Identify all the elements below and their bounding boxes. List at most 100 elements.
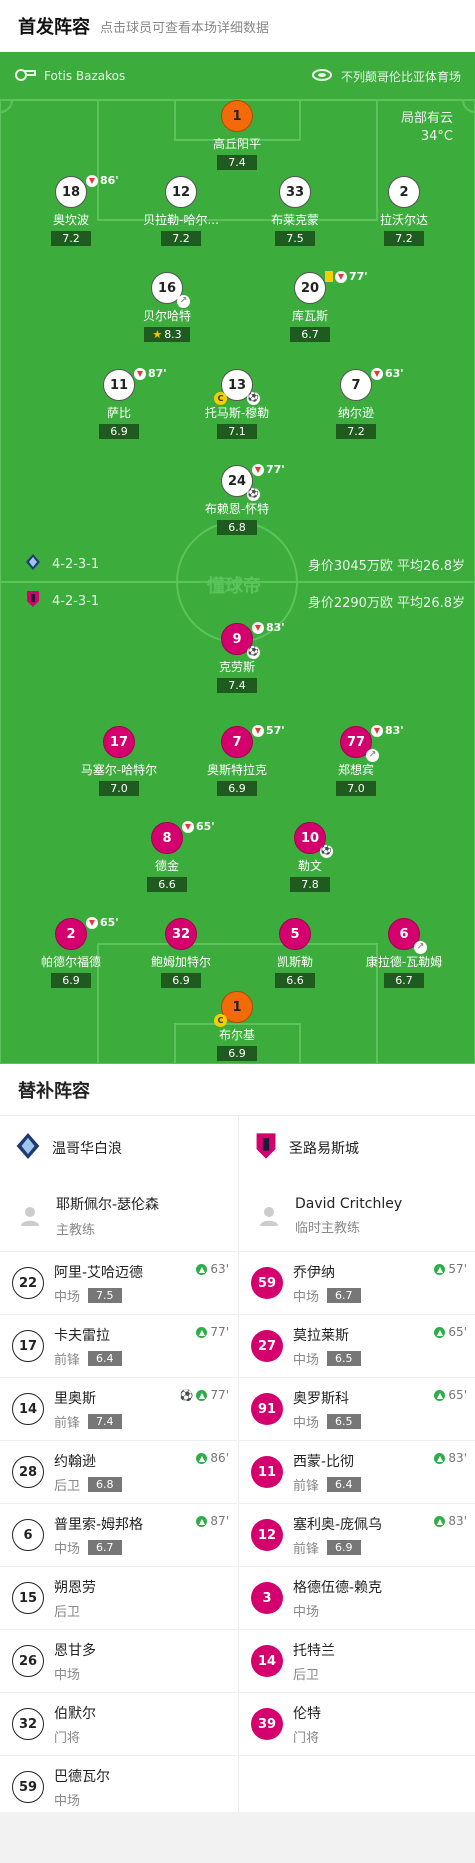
player-marker[interactable]: 32 鲍姆加特尔 6.9: [121, 918, 241, 988]
sub-info: 里奥斯 前锋 7.4: [54, 1388, 122, 1431]
sub-player-row[interactable]: 26 恩甘多 中场: [0, 1630, 237, 1693]
sub-in-arrow-icon: ▲: [434, 1515, 446, 1527]
player-marker[interactable]: 10 ⚽ 勒文 7.8: [250, 822, 370, 892]
player-marker[interactable]: 2 ▼ 65' 帕德尔福德 6.9: [11, 916, 131, 988]
sub-position-row: 中场: [54, 1664, 96, 1683]
sub-player-row[interactable]: 11 西蒙-比彻 前锋 6.4 ▲ 83': [239, 1441, 475, 1504]
sub-position-row: 中场 7.5: [54, 1286, 143, 1305]
sub-in-arrow-icon: ▲: [434, 1326, 446, 1338]
referee-name: Fotis Bazakos: [44, 69, 126, 83]
sub-number: 12: [251, 1519, 283, 1551]
sub-player-row[interactable]: 17 卡夫雷拉 前锋 6.4 ▲ 77': [0, 1315, 237, 1378]
player-marker[interactable]: 8 ▼ 65' 德金 6.6: [107, 820, 227, 892]
sub-player-row[interactable]: 12 塞利奥-庞佩乌 前锋 6.9 ▲ 83': [239, 1504, 475, 1567]
player-marker[interactable]: 12 贝拉勒-哈尔... 7.2: [121, 176, 241, 246]
player-number: 8 ▼ 65': [151, 820, 215, 854]
player-number: 17: [103, 726, 135, 758]
stlouis-logo-icon: [26, 591, 40, 611]
player-number: 77 ↗ ▼ 83': [340, 724, 404, 762]
sub-position: 中场: [54, 1667, 81, 1683]
sub-player-row[interactable]: 14 里奥斯 前锋 7.4 ⚽ ▲ 77': [0, 1378, 237, 1441]
player-marker[interactable]: 17 马塞尔-哈特尔 7.0: [59, 726, 179, 796]
sub-player-row[interactable]: 14 托特兰 后卫: [239, 1630, 475, 1693]
player-number-text: 11: [109, 377, 129, 393]
sub-number: 39: [251, 1708, 283, 1740]
player-number-text: 1: [232, 999, 242, 1015]
player-marker[interactable]: 7 ▼ 63' 纳尔逊 7.2: [296, 367, 416, 439]
player-marker[interactable]: 7 ▼ 57' 奥斯特拉克 6.9: [177, 724, 297, 796]
player-marker[interactable]: 16 ↗ 贝尔哈特 ★ 8.3: [107, 272, 227, 342]
sub-position-row: 中场 6.7: [293, 1286, 361, 1305]
sub-info: 阿里-艾哈迈德 中场 7.5: [54, 1262, 143, 1305]
away-team-row[interactable]: 圣路易斯城: [239, 1116, 475, 1180]
player-marker[interactable]: 2 拉沃尔达 7.2: [344, 176, 464, 246]
sub-info: 乔伊纳 中场 6.7: [293, 1262, 361, 1305]
player-marker[interactable]: 33 布莱克蒙 7.5: [235, 176, 355, 246]
lineup-subtitle: 点击球员可查看本场详细数据: [100, 20, 270, 36]
sub-player-row[interactable]: 91 奥罗斯科 中场 6.5 ▲ 65': [239, 1378, 475, 1441]
player-name: 布尔基: [218, 1028, 255, 1042]
home-formation-row: 4-2-3-1 身价3045万欧 平均26.8岁: [0, 553, 475, 575]
sub-position: 前锋: [293, 1541, 320, 1557]
sub-in-time: ▲ 57': [434, 1262, 467, 1276]
sub-rating: 6.7: [327, 1287, 361, 1303]
sub-player-row[interactable]: 59 乔伊纳 中场 6.7 ▲ 57': [239, 1252, 475, 1315]
sub-player-row[interactable]: 3 格德伍德-赖克 中场: [239, 1567, 475, 1630]
player-name: 克劳斯: [218, 660, 255, 674]
player-marker[interactable]: 11 ▼ 87' 萨比 6.9: [59, 367, 179, 439]
sub-out-icon: ▼: [134, 367, 146, 380]
sub-player-row[interactable]: 32 伯默尔 门将: [0, 1693, 237, 1756]
rating-value: 6.9: [228, 782, 246, 795]
sub-name: 巴德瓦尔: [54, 1768, 110, 1785]
player-rating: 6.9: [217, 1046, 257, 1061]
player-name: 拉沃尔达: [379, 213, 428, 227]
player-rating: 7.5: [275, 231, 315, 246]
sub-in-arrow-icon: ▲: [196, 1515, 208, 1527]
away-coach-row[interactable]: David Critchley 临时主教练: [239, 1180, 475, 1252]
sub-number: 17: [12, 1330, 44, 1362]
player-number: 11 ▼ 87': [103, 367, 167, 401]
home-coach-row[interactable]: 耶斯佩尔-瑟伦森 主教练: [0, 1180, 237, 1252]
sub-number: 27: [251, 1330, 283, 1362]
coach-avatar-icon: [16, 1202, 44, 1230]
player-number-text: 17: [109, 734, 129, 750]
sub-player-row[interactable]: 6 普里索-姆邦格 中场 6.7 ▲ 87': [0, 1504, 237, 1567]
player-marker[interactable]: 5 凯斯勒 6.6: [235, 918, 355, 988]
player-name: 勒文: [297, 859, 322, 873]
player-events: ▼ 87': [134, 367, 167, 380]
home-team-row[interactable]: 温哥华白浪: [0, 1116, 237, 1180]
player-number: 1: [221, 100, 253, 132]
sub-player-row[interactable]: 27 莫拉莱斯 中场 6.5 ▲ 65': [239, 1315, 475, 1378]
player-marker[interactable]: 18 ▼ 86' 奥坎波 7.2: [11, 174, 131, 246]
player-marker[interactable]: 9 ⚽ ▼ 83' 克劳斯 7.4: [177, 621, 297, 693]
player-marker[interactable]: 13 C ⚽ 托马斯-穆勒 7.1: [177, 369, 297, 439]
sub-position: 中场: [293, 1415, 320, 1431]
player-marker[interactable]: 20 ▼ 77' 库瓦斯 6.7: [250, 270, 370, 342]
sub-position: 中场: [54, 1541, 81, 1557]
assist-shoe-icon: ↗: [177, 295, 190, 308]
sub-player-row[interactable]: 22 阿里-艾哈迈德 中场 7.5 ▲ 63': [0, 1252, 237, 1315]
sub-rating: 6.5: [327, 1350, 361, 1366]
sub-number: 14: [12, 1393, 44, 1425]
sub-position: 后卫: [54, 1604, 81, 1620]
player-name: 康拉德-瓦勒姆: [365, 955, 443, 969]
player-rating: 7.1: [217, 424, 257, 439]
sub-player-row[interactable]: 39 伦特 门将: [239, 1693, 475, 1756]
player-name: 奥坎波: [52, 213, 89, 227]
player-marker[interactable]: 6 ↗ 康拉德-瓦勒姆 6.7: [344, 918, 464, 988]
sub-info: 朔恩劳 后卫: [54, 1577, 96, 1620]
player-marker[interactable]: 77 ↗ ▼ 83' 郑想宾 7.0: [296, 724, 416, 796]
sub-player-row[interactable]: 28 约翰逊 后卫 6.8 ▲ 86': [0, 1441, 237, 1504]
sub-out-icon: ▼: [182, 820, 194, 833]
player-rating: 6.9: [99, 424, 139, 439]
player-marker[interactable]: 1 高丘阳平 7.4: [177, 100, 297, 170]
player-marker[interactable]: 1 C 布尔基 6.9: [177, 991, 297, 1061]
sub-info: 伦特 门将: [293, 1703, 321, 1746]
away-formation: 4-2-3-1: [52, 593, 100, 609]
player-marker[interactable]: 24 ⚽ ▼ 77' 布赖恩-怀特 6.8: [177, 463, 297, 535]
sub-player-row[interactable]: 15 朔恩劳 后卫: [0, 1567, 237, 1630]
away-subs-column: 圣路易斯城 David Critchley 临时主教练 59 乔伊纳 中场 6.7 ▲ 5…: [238, 1116, 475, 1812]
sub-player-row[interactable]: 59 巴德瓦尔 中场: [0, 1756, 237, 1819]
sub-number: 22: [12, 1267, 44, 1299]
sub-position-row: 后卫: [293, 1664, 335, 1683]
